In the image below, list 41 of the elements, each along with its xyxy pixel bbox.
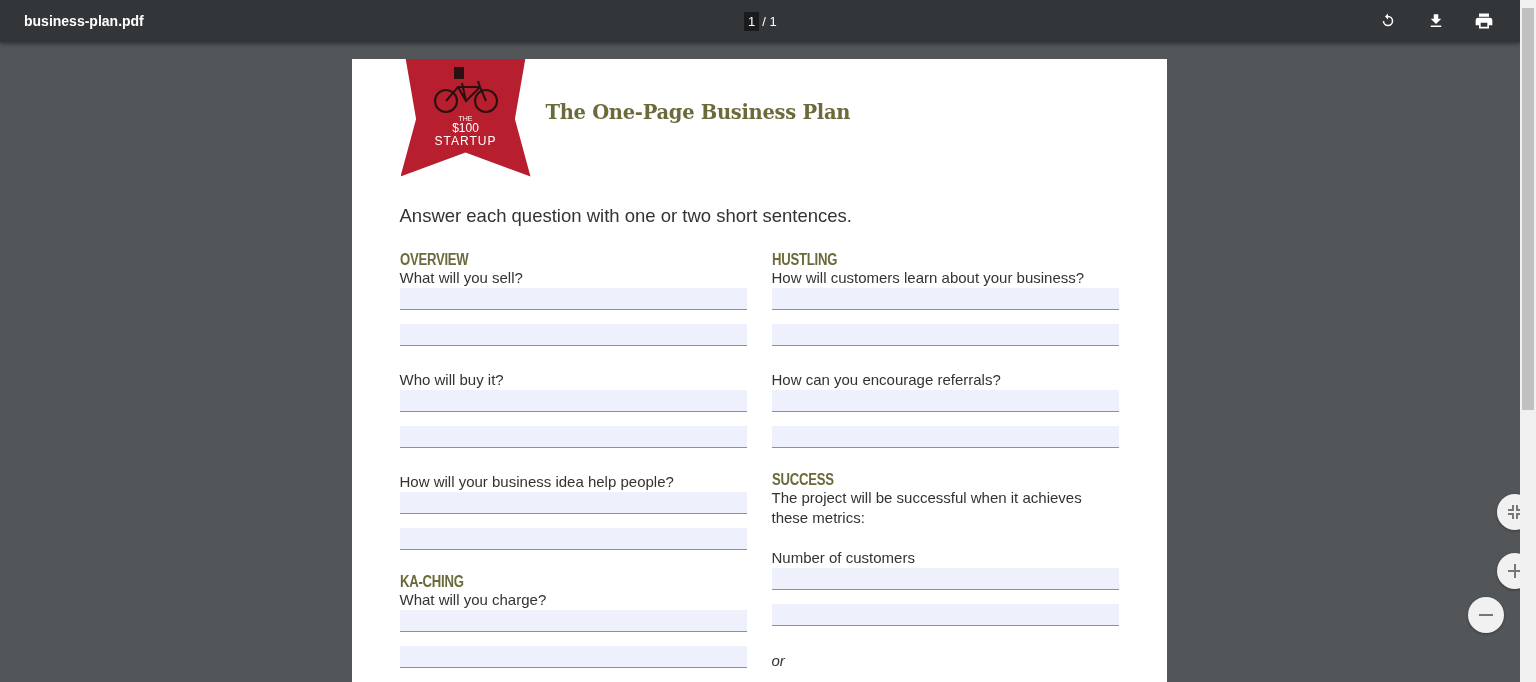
answer-field[interactable] xyxy=(399,528,747,550)
section-heading: OVERVIEW xyxy=(399,251,470,269)
section-heading: SUCCESS xyxy=(771,471,835,489)
instruction-text: Answer each question with one or two short sentences. xyxy=(399,205,853,227)
zoom-out-button[interactable] xyxy=(1468,597,1504,633)
question-text: What will you charge? xyxy=(399,590,548,610)
plus-icon xyxy=(1508,564,1520,578)
answer-field[interactable] xyxy=(771,324,1119,346)
shrink-icon xyxy=(1508,505,1520,519)
document-title: The One-Page Business Plan xyxy=(545,101,851,124)
scrollbar-thumb[interactable] xyxy=(1522,8,1534,410)
question-text: What will you sell? xyxy=(399,268,524,288)
question-text: How will your business idea help people? xyxy=(399,472,675,492)
note-text: or xyxy=(771,652,786,669)
question-text: Number of customers xyxy=(771,548,916,568)
question-text: The project will be successful when it achieves these metrics: xyxy=(771,488,1083,528)
section-heading: KA-CHING xyxy=(399,573,465,591)
answer-field[interactable] xyxy=(399,610,747,632)
page-number-field[interactable]: 1 xyxy=(744,11,760,31)
answer-field[interactable] xyxy=(399,492,747,514)
print-icon xyxy=(1474,11,1494,31)
minus-icon xyxy=(1479,614,1493,616)
file-name: business-plan.pdf xyxy=(24,13,145,29)
question-text: How can you encourage referrals? xyxy=(771,370,1002,390)
answer-field[interactable] xyxy=(771,426,1119,448)
page-total: / 1 xyxy=(762,13,777,29)
answer-field[interactable] xyxy=(399,646,747,668)
answer-field[interactable] xyxy=(771,568,1119,590)
answer-field[interactable] xyxy=(399,324,747,346)
logo-text: STARTUP xyxy=(434,135,497,148)
question-text: How will customers learn about your business? xyxy=(771,268,1086,288)
answer-field[interactable] xyxy=(399,426,747,448)
logo-text: $100 xyxy=(452,122,479,135)
answer-field[interactable] xyxy=(771,390,1119,412)
scrollbar[interactable] xyxy=(1520,0,1536,682)
answer-field[interactable] xyxy=(771,288,1119,310)
question-text: Who will buy it? xyxy=(399,370,505,390)
answer-field[interactable] xyxy=(399,390,747,412)
section-heading: HUSTLING xyxy=(771,251,838,269)
answer-field[interactable] xyxy=(399,288,747,310)
answer-field[interactable] xyxy=(771,604,1119,626)
